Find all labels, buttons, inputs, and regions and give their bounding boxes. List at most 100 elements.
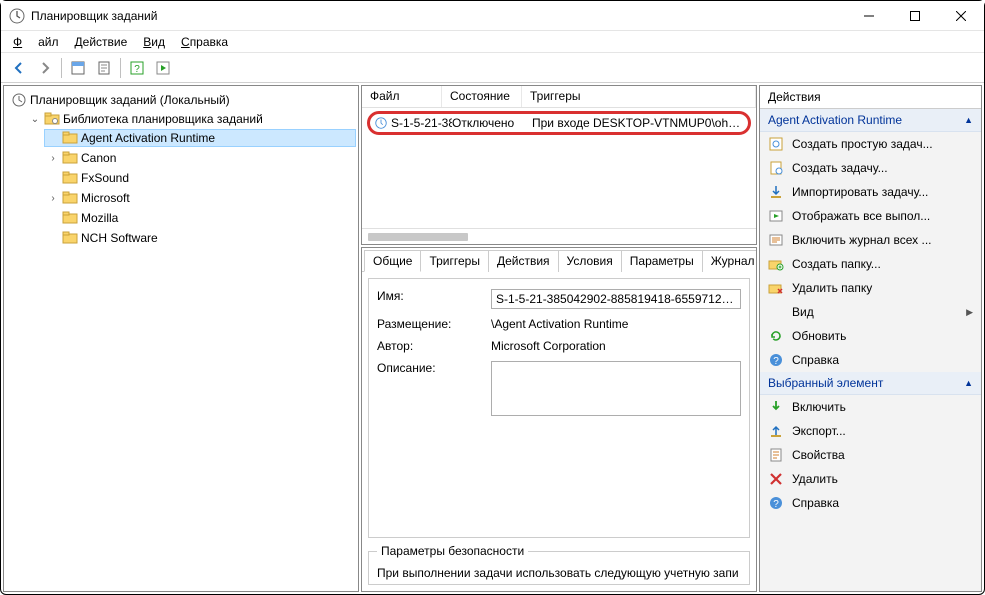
- action--[interactable]: Включить: [760, 395, 981, 419]
- task-scheduler-icon: [11, 92, 27, 108]
- tree-item-microsoft[interactable]: › Microsoft: [44, 189, 356, 207]
- action--[interactable]: Экспорт...: [760, 419, 981, 443]
- tab-1[interactable]: Триггеры: [420, 250, 489, 272]
- action--[interactable]: Удалить папку: [760, 276, 981, 300]
- action--[interactable]: Создать папку...: [760, 252, 981, 276]
- middle-pane: Файл Состояние Триггеры S-1-5-21-38... О…: [361, 85, 757, 592]
- properties-button[interactable]: [92, 56, 116, 80]
- action--[interactable]: ?Справка: [760, 348, 981, 372]
- name-label: Имя:: [377, 289, 487, 303]
- expander-icon[interactable]: ›: [47, 193, 59, 204]
- tab-4[interactable]: Параметры: [621, 250, 703, 272]
- tree-item-fxsound[interactable]: FxSound: [44, 169, 356, 187]
- action--[interactable]: Вид ▶: [760, 300, 981, 324]
- action--[interactable]: Импортировать задачу...: [760, 180, 981, 204]
- action-icon: [768, 304, 784, 320]
- tree-item-mozilla[interactable]: Mozilla: [44, 209, 356, 227]
- submenu-icon: ▶: [966, 307, 973, 318]
- tab-5[interactable]: Журнал: [702, 250, 757, 272]
- svg-text:?: ?: [134, 64, 140, 75]
- tree-item-label: NCH Software: [81, 231, 158, 245]
- section-agent-activation[interactable]: Agent Activation Runtime ▲: [760, 109, 981, 132]
- location-label: Размещение:: [377, 317, 487, 331]
- section1-label: Agent Activation Runtime: [768, 113, 902, 127]
- description-field[interactable]: [491, 361, 741, 416]
- action-icon: [768, 423, 784, 439]
- show-hide-action-pane-button[interactable]: [66, 56, 90, 80]
- action-label: Импортировать задачу...: [792, 185, 928, 199]
- tab-0[interactable]: Общие: [364, 250, 421, 272]
- action-label: Вид: [792, 305, 814, 319]
- tree-item-nch-software[interactable]: NCH Software: [44, 229, 356, 247]
- details-pane: ОбщиеТриггерыДействияУсловияПараметрыЖур…: [361, 247, 757, 592]
- tree-item-canon[interactable]: ›Canon: [44, 149, 356, 167]
- col-triggers[interactable]: Триггеры: [522, 86, 756, 107]
- section2-label: Выбранный элемент: [768, 376, 883, 390]
- tab-3[interactable]: Условия: [558, 250, 622, 272]
- task-trigger: При входе DESKTOP-VTNMUP0\ohrau: [532, 116, 744, 130]
- toolbar: ?: [1, 53, 984, 83]
- expander-icon[interactable]: ⌄: [29, 114, 41, 125]
- action-label: Отображать все выпол...: [792, 209, 930, 223]
- tree[interactable]: Планировщик заданий (Локальный) ⌄ Библио…: [6, 90, 356, 250]
- folder-icon: [62, 150, 78, 166]
- menu-action[interactable]: Действие: [67, 33, 136, 51]
- action-icon: [768, 471, 784, 487]
- action-icon: [768, 208, 784, 224]
- folder-icon: [62, 230, 78, 246]
- name-field[interactable]: S-1-5-21-385042902-885819418-655971288-1…: [491, 289, 741, 309]
- tree-library[interactable]: ⌄ Библиотека планировщика заданий: [26, 110, 356, 128]
- location-value: \Agent Activation Runtime: [491, 317, 741, 331]
- maximize-button[interactable]: [892, 1, 938, 30]
- action-icon: [768, 447, 784, 463]
- action--[interactable]: ? Справка: [760, 491, 981, 515]
- general-form: Имя: S-1-5-21-385042902-885819418-655971…: [368, 278, 750, 538]
- actions-title: Действия: [760, 86, 981, 109]
- action-icon: ?: [768, 352, 784, 368]
- task-row[interactable]: S-1-5-21-38... Отключено При входе DESKT…: [370, 114, 748, 132]
- action--[interactable]: Обновить: [760, 324, 981, 348]
- run-button[interactable]: [151, 56, 175, 80]
- action-icon: [768, 160, 784, 176]
- tab-2[interactable]: Действия: [488, 250, 559, 272]
- section-selected-item[interactable]: Выбранный элемент ▲: [760, 372, 981, 395]
- author-value: Microsoft Corporation: [491, 339, 741, 353]
- action--[interactable]: Свойства: [760, 443, 981, 467]
- menu-file[interactable]: Файл: [5, 33, 67, 51]
- menubar: Файл Действие Вид Справка: [1, 31, 984, 53]
- action-label: Включить журнал всех ...: [792, 233, 932, 247]
- help-button[interactable]: ?: [125, 56, 149, 80]
- action--[interactable]: Удалить: [760, 467, 981, 491]
- col-file[interactable]: Файл: [362, 86, 442, 107]
- menu-view[interactable]: Вид: [135, 33, 173, 51]
- hscroll[interactable]: [362, 228, 756, 244]
- tree-item-agent-activation-runtime[interactable]: Agent Activation Runtime: [44, 129, 356, 147]
- expander-icon[interactable]: ›: [47, 153, 59, 164]
- minimize-button[interactable]: [846, 1, 892, 30]
- action--[interactable]: Создать простую задач...: [760, 132, 981, 156]
- security-legend: Параметры безопасности: [377, 544, 528, 558]
- action--[interactable]: Создать задачу...: [760, 156, 981, 180]
- back-button[interactable]: [7, 56, 31, 80]
- col-state[interactable]: Состояние: [442, 86, 522, 107]
- highlight-annotation: S-1-5-21-38... Отключено При входе DESKT…: [367, 111, 751, 135]
- action--[interactable]: Включить журнал всех ...: [760, 228, 981, 252]
- action-label: Удалить: [792, 472, 838, 486]
- action-label: Экспорт...: [792, 424, 846, 438]
- action-label: Обновить: [792, 329, 846, 343]
- tree-root[interactable]: Планировщик заданий (Локальный): [8, 91, 356, 109]
- action-label: Создать задачу...: [792, 161, 888, 175]
- task-list: Файл Состояние Триггеры S-1-5-21-38... О…: [361, 85, 757, 245]
- action-label: Удалить папку: [792, 281, 872, 295]
- action--[interactable]: Отображать все выпол...: [760, 204, 981, 228]
- main: Планировщик заданий (Локальный) ⌄ Библио…: [1, 83, 984, 594]
- action-label: Включить: [792, 400, 846, 414]
- svg-text:?: ?: [773, 499, 779, 510]
- menu-help[interactable]: Справка: [173, 33, 236, 51]
- tree-item-label: Microsoft: [81, 191, 130, 205]
- action-label: Справка: [792, 496, 839, 510]
- svg-text:?: ?: [773, 356, 779, 367]
- close-button[interactable]: [938, 1, 984, 30]
- forward-button[interactable]: [33, 56, 57, 80]
- task-name: S-1-5-21-38...: [391, 116, 452, 130]
